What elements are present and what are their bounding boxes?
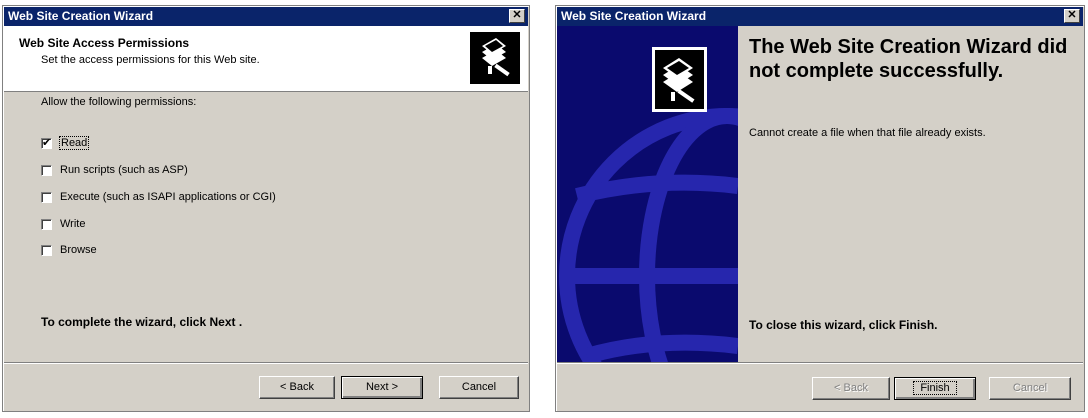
cancel-button[interactable]: Cancel (989, 377, 1071, 400)
page-title: Web Site Access Permissions (19, 36, 190, 50)
footer-divider (4, 362, 528, 364)
checkbox-label[interactable]: Run scripts (such as ASP) (60, 164, 188, 176)
checkbox-label[interactable]: Write (60, 218, 85, 230)
close-icon[interactable]: ✕ (1064, 9, 1080, 23)
cancel-button[interactable]: Cancel (439, 376, 519, 399)
next-button[interactable]: Next > (341, 376, 423, 399)
back-button-label: < Back (834, 382, 868, 394)
next-button-label: Next > (365, 381, 399, 393)
failure-heading: The Web Site Creation Wizard did not com… (749, 36, 1068, 82)
wizard-window-permissions: Web Site Creation Wizard ✕ Web Site Acce… (2, 5, 530, 412)
wizard-book-icon (652, 47, 707, 112)
cancel-button-label: Cancel (461, 381, 497, 393)
back-button[interactable]: < Back (259, 376, 335, 399)
back-button[interactable]: < Back (812, 377, 890, 400)
window-title: Web Site Creation Wizard (561, 9, 707, 23)
checkbox-label[interactable]: Browse (60, 244, 97, 256)
finish-button[interactable]: Finish (894, 377, 976, 400)
checkbox-browse[interactable]: Browse (41, 242, 97, 258)
checkbox-box[interactable] (41, 164, 52, 176)
wizard-side-panel (557, 26, 738, 362)
checkbox-label[interactable]: Read (58, 136, 90, 150)
error-message: Cannot create a file when that file alre… (749, 127, 986, 139)
wizard-book-icon (470, 32, 520, 84)
checkbox-execute[interactable]: Execute (such as ISAPI applications or C… (41, 189, 276, 205)
cancel-button-label: Cancel (1012, 382, 1048, 394)
allow-permissions-label: Allow the following permissions: (41, 96, 197, 108)
window-title: Web Site Creation Wizard (8, 9, 154, 23)
checkbox-read[interactable]: ✔ Read (41, 135, 90, 151)
checkbox-run-scripts[interactable]: Run scripts (such as ASP) (41, 162, 188, 178)
checkbox-label[interactable]: Execute (such as ISAPI applications or C… (60, 191, 276, 203)
checkbox-box[interactable]: ✔ (41, 137, 52, 149)
close-icon[interactable]: ✕ (509, 9, 525, 23)
globe-watermark-icon (559, 108, 738, 362)
back-button-label: < Back (280, 381, 314, 393)
footer-divider (557, 362, 1083, 364)
wizard-header: Web Site Access Permissions Set the acce… (4, 26, 528, 92)
close-instruction: To close this wizard, click Finish. (749, 318, 938, 332)
checkbox-box[interactable] (41, 191, 52, 203)
title-bar[interactable]: Web Site Creation Wizard ✕ (4, 7, 528, 26)
title-bar[interactable]: Web Site Creation Wizard ✕ (557, 7, 1083, 26)
checkbox-write[interactable]: Write (41, 216, 85, 232)
page-subtitle: Set the access permissions for this Web … (41, 54, 260, 66)
finish-button-label: Finish (913, 381, 957, 395)
wizard-window-failure: Web Site Creation Wizard ✕ The Web Site … (555, 5, 1085, 412)
complete-instruction: To complete the wizard, click Next . (41, 315, 243, 329)
checkbox-box[interactable] (41, 218, 52, 230)
checkbox-box[interactable] (41, 244, 52, 256)
